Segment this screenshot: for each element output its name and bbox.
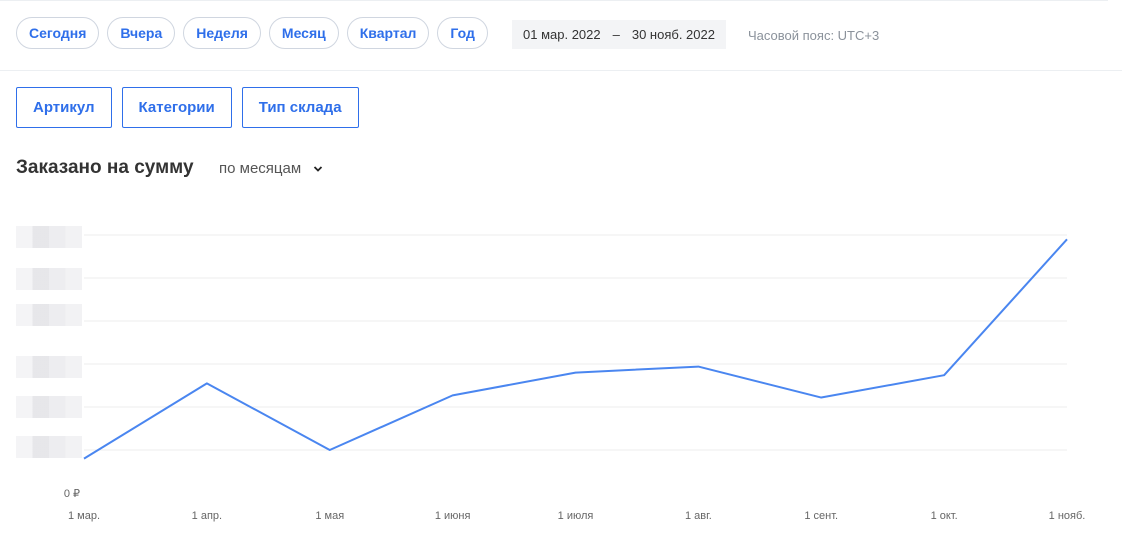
y-zero-label: 0 ₽ [64, 488, 80, 500]
x-tick-label: 1 мая [315, 510, 344, 522]
x-tick-label: 1 окт. [931, 510, 958, 522]
series-line [83, 238, 1068, 460]
x-tick-label: 1 мар. [68, 510, 100, 522]
x-tick-label: 1 сент. [804, 510, 838, 522]
x-tick-label: 1 июня [435, 510, 471, 522]
x-tick-label: 1 нояб. [1049, 510, 1086, 522]
x-tick-label: 1 июля [558, 510, 594, 522]
x-tick-label: 1 авг. [685, 510, 712, 522]
line-chart: 1 мар. 1 апр. 1 мая 1 июня 1 июля 1 авг. 1 сен… [64, 234, 1086, 522]
x-tick-label: 1 апр. [192, 510, 222, 522]
